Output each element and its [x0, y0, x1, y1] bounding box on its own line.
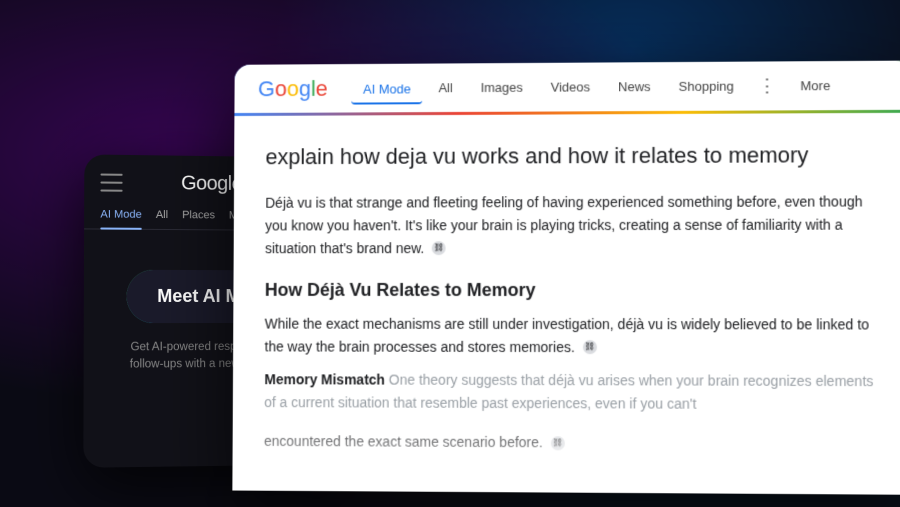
desktop-header: Google AI Mode All Images Videos News Sh…	[234, 61, 900, 116]
nav-item-news[interactable]: News	[606, 73, 663, 100]
nav-item-images[interactable]: Images	[469, 74, 535, 101]
logo-g2: g	[299, 76, 311, 101]
section-heading: How Déjà Vu Relates to Memory	[265, 280, 881, 301]
mobile-tab-ai-mode[interactable]: AI Mode	[100, 208, 141, 220]
citation-icon-1[interactable]	[432, 241, 446, 255]
nav-item-more[interactable]: More	[788, 72, 842, 99]
logo-o2: o	[287, 76, 299, 101]
desktop-nav: AI Mode All Images Videos News Shopping …	[351, 71, 888, 103]
desktop-body: explain how deja vu works and how it rel…	[232, 113, 900, 495]
mobile-menu-icon[interactable]	[100, 174, 122, 192]
mobile-tab-places[interactable]: Places	[182, 209, 215, 221]
footer-paragraph: encountered the exact same scenario befo…	[264, 430, 881, 456]
nav-item-videos[interactable]: Videos	[539, 73, 602, 100]
nav-item-all[interactable]: All	[427, 74, 465, 101]
intro-paragraph: Déjà vu is that strange and fleeting fee…	[265, 190, 881, 260]
logo-e: e	[316, 76, 328, 101]
section-paragraph: While the exact mechanisms are still und…	[265, 313, 881, 360]
citation-icon-3[interactable]	[551, 436, 565, 450]
citation-icon-2[interactable]	[583, 340, 597, 354]
subterm-label: Memory Mismatch	[264, 371, 385, 387]
google-logo: Google	[258, 76, 328, 102]
logo-g: G	[258, 76, 275, 101]
logo-o1: o	[275, 76, 287, 101]
mobile-tab-all[interactable]: All	[156, 209, 168, 221]
nav-item-shopping[interactable]: Shopping	[667, 73, 746, 100]
subterm-paragraph: Memory Mismatch One theory suggests that…	[264, 368, 881, 416]
desktop-card: Google AI Mode All Images Videos News Sh…	[232, 61, 900, 495]
nav-more-dots[interactable]: ⋮	[750, 71, 784, 100]
search-query: explain how deja vu works and how it rel…	[265, 141, 880, 172]
nav-item-ai-mode[interactable]: AI Mode	[351, 75, 423, 104]
